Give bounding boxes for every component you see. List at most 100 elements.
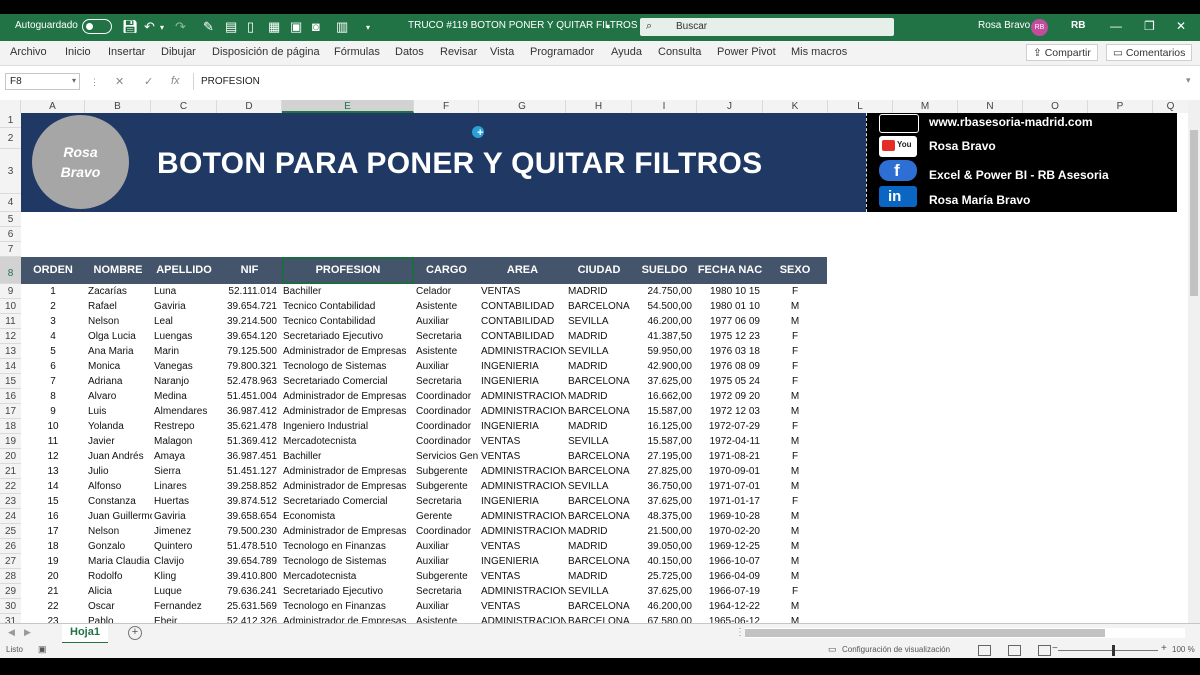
table-cell[interactable]: Julio bbox=[88, 465, 152, 478]
row-header[interactable]: 18 bbox=[0, 419, 21, 434]
menu-archivo[interactable]: Archivo bbox=[10, 46, 47, 58]
table-cell[interactable]: BARCELONA bbox=[568, 555, 632, 568]
table-cell[interactable]: CONTABILIDAD bbox=[481, 315, 566, 328]
insert-function-icon[interactable]: fx bbox=[171, 75, 180, 87]
table-cell[interactable]: Administrador de Empresas bbox=[283, 465, 413, 478]
cancel-icon[interactable]: ✕ bbox=[115, 75, 124, 88]
table-header-cell[interactable]: SUELDO bbox=[632, 257, 697, 284]
table-cell[interactable]: Tecnico Contabilidad bbox=[283, 300, 413, 313]
table-cell[interactable]: 16.125,00 bbox=[632, 420, 693, 433]
table-cell[interactable]: M bbox=[763, 435, 827, 448]
row-header[interactable]: 27 bbox=[0, 554, 21, 569]
table-cell[interactable]: Subgerente bbox=[416, 570, 478, 583]
table-cell[interactable]: 1964-12-22 bbox=[698, 600, 760, 613]
table-cell[interactable]: 17 bbox=[21, 525, 85, 538]
table-header-cell[interactable]: CIUDAD bbox=[566, 257, 632, 284]
row-header[interactable]: 17 bbox=[0, 404, 21, 419]
table-cell[interactable]: Luque bbox=[154, 585, 218, 598]
table-cell[interactable]: Olga Lucia bbox=[88, 330, 152, 343]
table-cell[interactable]: Bachiller bbox=[283, 285, 413, 298]
row-header[interactable]: 12 bbox=[0, 329, 21, 344]
table-cell[interactable]: 39.654.120 bbox=[217, 330, 277, 343]
table-cell[interactable]: Gaviria bbox=[154, 300, 218, 313]
table-cell[interactable]: ADMINISTRACION bbox=[481, 465, 566, 478]
table-cell[interactable]: Administrador de Empresas bbox=[283, 480, 413, 493]
display-settings[interactable]: Configuración de visualización bbox=[842, 645, 950, 654]
table-cell[interactable]: 14 bbox=[21, 480, 85, 493]
row-header[interactable]: 23 bbox=[0, 494, 21, 509]
brush-icon[interactable]: ✎ bbox=[203, 19, 214, 35]
menu-revisar[interactable]: Revisar bbox=[440, 46, 477, 58]
table-cell[interactable]: Tecnico Contabilidad bbox=[283, 315, 413, 328]
table-cell[interactable]: 1966-07-19 bbox=[698, 585, 760, 598]
row-header[interactable]: 7 bbox=[0, 242, 21, 257]
column-header[interactable]: D bbox=[217, 100, 282, 113]
table-cell[interactable]: 1971-01-17 bbox=[698, 495, 760, 508]
menu-inicio[interactable]: Inicio bbox=[65, 46, 91, 58]
table-cell[interactable]: Juan Andrés bbox=[88, 450, 152, 463]
table-cell[interactable]: INGENIERIA bbox=[481, 495, 566, 508]
table-cell[interactable]: 46.200,00 bbox=[632, 315, 693, 328]
table-cell[interactable]: Linares bbox=[154, 480, 218, 493]
avatar[interactable]: RB bbox=[1031, 19, 1048, 36]
table-cell[interactable]: 51.451.004 bbox=[217, 390, 277, 403]
table-cell[interactable]: M bbox=[763, 390, 827, 403]
zoom-level[interactable]: 100 % bbox=[1172, 645, 1195, 654]
table-cell[interactable]: Bachiller bbox=[283, 450, 413, 463]
table-cell[interactable]: Quintero bbox=[154, 540, 218, 553]
table-cell[interactable]: M bbox=[763, 480, 827, 493]
table-cell[interactable]: Auxiliar bbox=[416, 600, 478, 613]
table-cell[interactable]: BARCELONA bbox=[568, 405, 632, 418]
menu-dibujar[interactable]: Dibujar bbox=[161, 46, 196, 58]
table-cell[interactable]: 27.825,00 bbox=[632, 465, 693, 478]
table-cell[interactable]: 36.750,00 bbox=[632, 480, 693, 493]
row-header[interactable]: 20 bbox=[0, 449, 21, 464]
table-cell[interactable]: M bbox=[763, 570, 827, 583]
data-form-icon[interactable]: ▥ bbox=[336, 19, 348, 35]
table-cell[interactable]: Nelson bbox=[88, 315, 152, 328]
new-file-icon[interactable]: ▯ bbox=[247, 19, 254, 35]
column-header[interactable]: M bbox=[893, 100, 958, 113]
row-header[interactable]: 11 bbox=[0, 314, 21, 329]
table-cell[interactable]: 35.621.478 bbox=[217, 420, 277, 433]
minimize-icon[interactable]: — bbox=[1110, 19, 1122, 33]
column-header[interactable]: F bbox=[414, 100, 479, 113]
formula-input[interactable]: PROFESION bbox=[193, 73, 1193, 90]
zoom-in-icon[interactable]: + bbox=[1161, 643, 1167, 654]
table-cell[interactable]: M bbox=[763, 525, 827, 538]
menu-power-pivot[interactable]: Power Pivot bbox=[717, 46, 776, 58]
table-cell[interactable]: Economista bbox=[283, 510, 413, 523]
table-cell[interactable]: Alfonso bbox=[88, 480, 152, 493]
table-cell[interactable]: 9 bbox=[21, 405, 85, 418]
table-cell[interactable]: 51.451.127 bbox=[217, 465, 277, 478]
table-cell[interactable]: 23 bbox=[21, 615, 85, 623]
row-header[interactable]: 13 bbox=[0, 344, 21, 359]
table-cell[interactable]: 1966-04-09 bbox=[698, 570, 760, 583]
table-cell[interactable]: Gerente bbox=[416, 510, 478, 523]
table-cell[interactable]: SEVILLA bbox=[568, 315, 632, 328]
table-cell[interactable]: Gonzalo bbox=[88, 540, 152, 553]
table-cell[interactable]: 1980 01 10 bbox=[698, 300, 760, 313]
menu-vista[interactable]: Vista bbox=[490, 46, 514, 58]
row-header[interactable]: 28 bbox=[0, 569, 21, 584]
table-cell[interactable]: Sierra bbox=[154, 465, 218, 478]
table-cell[interactable]: 2 bbox=[21, 300, 85, 313]
table-cell[interactable]: ADMINISTRACION bbox=[481, 390, 566, 403]
table-cell[interactable]: Luna bbox=[154, 285, 218, 298]
table-cell[interactable]: Secretaria bbox=[416, 330, 478, 343]
table-cell[interactable]: ADMINISTRACION bbox=[481, 585, 566, 598]
column-header[interactable]: J bbox=[697, 100, 763, 113]
table-cell[interactable]: Maria Claudia bbox=[88, 555, 152, 568]
form-icon[interactable]: ▤ bbox=[225, 19, 237, 35]
table-cell[interactable]: M bbox=[763, 555, 827, 568]
table-cell[interactable]: SEVILLA bbox=[568, 585, 632, 598]
chevron-down-icon[interactable]: ▾ bbox=[606, 22, 610, 31]
table-cell[interactable]: 1977 06 09 bbox=[698, 315, 760, 328]
table-cell[interactable]: ADMINISTRACION bbox=[481, 345, 566, 358]
table-cell[interactable]: F bbox=[763, 330, 827, 343]
table-cell[interactable]: 25.631.569 bbox=[217, 600, 277, 613]
restore-icon[interactable]: ❐ bbox=[1144, 19, 1155, 33]
close-icon[interactable]: ✕ bbox=[1176, 19, 1186, 33]
table-cell[interactable]: Celador bbox=[416, 285, 478, 298]
select-all-corner[interactable] bbox=[0, 100, 21, 113]
